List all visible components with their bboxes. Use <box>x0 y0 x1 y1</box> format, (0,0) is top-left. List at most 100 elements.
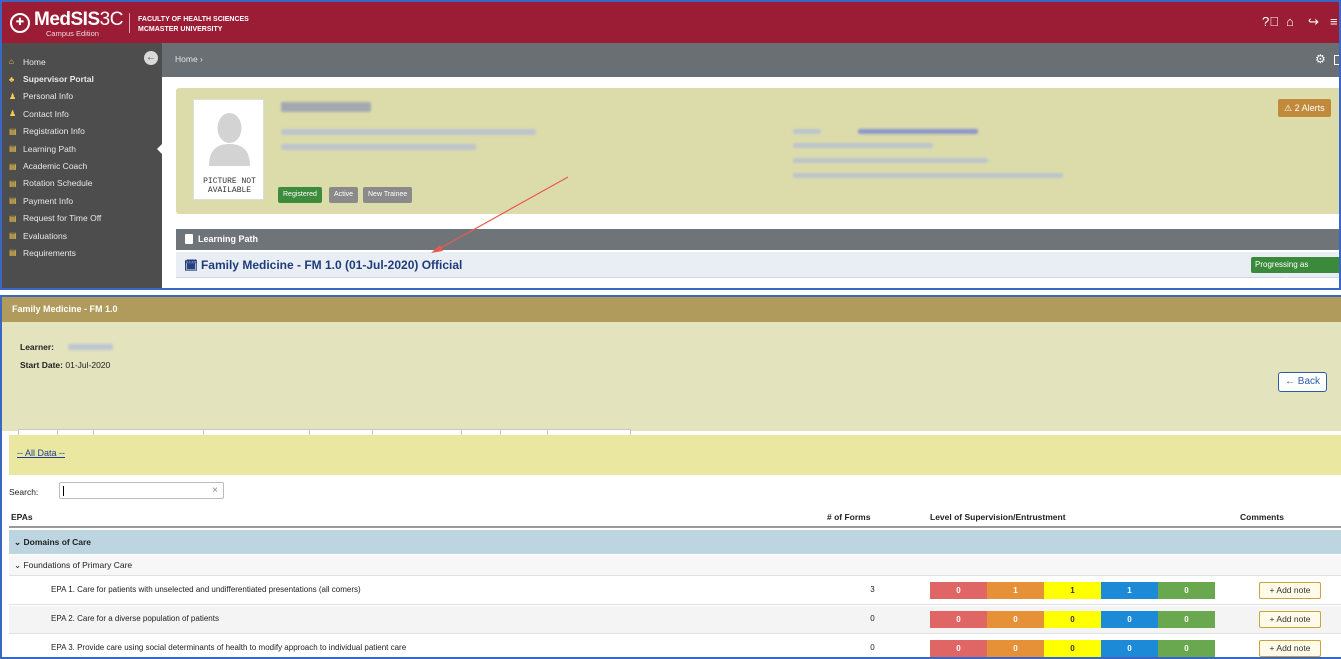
calendar-icon: 🗓 <box>184 260 198 272</box>
sidebar-item-label: Requirements <box>23 247 76 258</box>
sidebar-item-learning-path[interactable]: ▤ Learning Path <box>2 140 163 157</box>
epa-name[interactable]: EPA 3. Provide care using social determi… <box>51 643 406 652</box>
sidebar-item-label: Rotation Schedule <box>23 178 93 189</box>
sidebar-item-rotation-schedule[interactable]: ▤ Rotation Schedule <box>2 175 162 192</box>
level-cell-3[interactable]: 0 <box>1044 611 1101 628</box>
forms-count: 3 <box>870 585 875 594</box>
folder-icon: ▤ <box>9 248 17 258</box>
sidebar-item-label: Evaluations <box>23 230 67 241</box>
settings-icon[interactable]: ⚙ <box>1315 52 1326 66</box>
level-cell-5[interactable]: 0 <box>1158 640 1215 657</box>
picture-not-available-text: PICTURE NOT AVAILABLE <box>203 177 256 195</box>
folder-icon: ▤ <box>9 213 17 223</box>
level-cell-3[interactable]: 1 <box>1044 582 1101 599</box>
entrustment-levels: 01110 <box>930 582 1215 599</box>
sidebar-item-registration-info[interactable]: ▤ Registration Info <box>2 123 162 140</box>
lock-icon[interactable]: ⌂ <box>1286 15 1294 29</box>
status-badge-active: Active <box>329 187 359 203</box>
sidebar-item-label: Academic Coach <box>23 161 88 172</box>
level-cell-5[interactable]: 0 <box>1158 611 1215 628</box>
epa-name[interactable]: EPA 1. Care for patients with unselected… <box>51 585 361 594</box>
sidebar-item-label: Supervisor Portal <box>23 74 94 85</box>
level-cell-2[interactable]: 0 <box>987 640 1044 657</box>
sidebar-item-supervisor-portal[interactable]: ♣ Supervisor Portal <box>2 70 162 87</box>
help-icon[interactable]: ?⃝ <box>1262 15 1279 29</box>
back-button[interactable]: ← Back <box>1278 372 1328 392</box>
level-cell-4[interactable]: 0 <box>1101 640 1158 657</box>
level-cell-1[interactable]: 0 <box>930 640 987 657</box>
column-header-comments[interactable]: Comments <box>1235 506 1341 528</box>
university-name: MCMASTER UNIVERSITY <box>138 26 223 33</box>
brand-name[interactable]: MedSIS3C <box>34 9 123 31</box>
group-row-domains-of-care[interactable]: ⌄ Domains of Care <box>9 530 1341 554</box>
sidebar-item-personal-info[interactable]: ♟ Personal Info <box>2 88 162 105</box>
status-badge-registered: Registered <box>278 187 322 203</box>
level-cell-4[interactable]: 0 <box>1101 611 1158 628</box>
sidebar-item-contact-info[interactable]: ♟ Contact Info <box>2 105 162 122</box>
learning-path-row: 🗓 Family Medicine - FM 1.0 (01-Jul-2020) … <box>176 252 1339 285</box>
menu-icon[interactable]: ≡ <box>1330 15 1338 29</box>
table-row[interactable]: EPA 1. Care for patients with unselected… <box>9 577 1341 605</box>
cpso-license-redacted <box>793 158 988 163</box>
sidebar-item-academic-coach[interactable]: ▤ Academic Coach <box>2 157 162 174</box>
epa-name[interactable]: EPA 2. Care for a diverse population of … <box>51 614 219 623</box>
sidebar-item-request-for-time-off[interactable]: ▤ Request for Time Off <box>2 210 162 227</box>
level-cell-5[interactable]: 0 <box>1158 582 1215 599</box>
logout-icon[interactable]: ↪ <box>1308 15 1319 29</box>
home-icon: ⌂ <box>9 57 14 67</box>
folder-icon: ▤ <box>9 196 17 206</box>
sidebar-item-evaluations[interactable]: ▤ Evaluations <box>2 227 162 244</box>
status-badge-new-trainee: New Trainee <box>363 187 413 203</box>
forms-count: 0 <box>870 614 875 623</box>
search-input[interactable]: × <box>59 482 224 499</box>
entrustment-levels: 00000 <box>930 611 1215 628</box>
sidebar-item-requirements[interactable]: ▤ Requirements <box>2 244 162 261</box>
column-header-forms[interactable]: # of Forms <box>821 506 924 528</box>
learner-name-redacted <box>281 102 371 112</box>
person-icon: ♟ <box>9 109 17 119</box>
sidebar-item-home[interactable]: ⌂ Home <box>2 53 162 70</box>
alerts-button[interactable]: ⚠ 2 Alerts <box>1278 99 1331 117</box>
clear-search-icon[interactable]: × <box>212 485 218 496</box>
level-cell-2[interactable]: 0 <box>987 611 1044 628</box>
breadcrumb[interactable]: Home › <box>175 54 203 64</box>
add-note-button[interactable]: + Add note <box>1259 640 1321 657</box>
add-note-button[interactable]: + Add note <box>1259 582 1321 599</box>
column-header-level[interactable]: Level of Supervision/Entrustment <box>924 506 1235 528</box>
avatar: PICTURE NOT AVAILABLE <box>193 99 264 200</box>
active-indicator <box>157 142 163 155</box>
medsis-logo-icon[interactable]: ✚ <box>10 13 30 33</box>
faculty-name: FACULTY OF HEALTH SCIENCES <box>138 16 249 23</box>
level-cell-3[interactable]: 0 <box>1044 640 1101 657</box>
all-data-filter-bar: -- All Data -- <box>9 435 1341 475</box>
all-data-link[interactable]: -- All Data -- <box>17 448 65 458</box>
sidebar: ← ⌂ Home ♣ Supervisor Portal ♟ Personal Info ♟… <box>2 43 163 288</box>
learning-path-detail-header: Family Medicine - FM 1.0 <box>2 297 1341 322</box>
app-header: ✚ MedSIS3C Campus Edition FACULTY OF HEA… <box>2 2 1339 43</box>
warning-icon: ⚠ <box>1284 103 1295 113</box>
forms-count: 0 <box>870 643 875 652</box>
sidebar-item-label: Request for Time Off <box>23 213 102 224</box>
sidebar-item-label: Home <box>23 56 46 67</box>
learning-path-link[interactable]: 🗓 Family Medicine - FM 1.0 (01-Jul-2020) … <box>184 258 462 272</box>
subgroup-row-foundations[interactable]: ⌄ Foundations of Primary Care <box>9 555 1341 576</box>
folder-icon: ▤ <box>9 178 17 188</box>
level-cell-2[interactable]: 1 <box>987 582 1044 599</box>
level-cell-1[interactable]: 0 <box>930 611 987 628</box>
level-cell-4[interactable]: 1 <box>1101 582 1158 599</box>
person-icon: ♟ <box>9 91 17 101</box>
person-silhouette-icon <box>209 113 250 166</box>
table-row[interactable]: EPA 2. Care for a diverse population of … <box>9 606 1341 634</box>
entrustment-levels: 00000 <box>930 640 1215 657</box>
level-cell-1[interactable]: 0 <box>930 582 987 599</box>
folder-icon: ▤ <box>9 231 17 241</box>
learner-ids-redacted <box>281 129 536 135</box>
column-header-epas[interactable]: EPAs <box>9 506 821 528</box>
email-value-redacted[interactable] <box>858 129 978 134</box>
start-date-field: Start Date: 01-Jul-2020 <box>20 360 111 370</box>
table-row[interactable]: EPA 3. Provide care using social determi… <box>9 635 1341 657</box>
sidebar-item-payment-info[interactable]: ▤ Payment Info <box>2 192 162 209</box>
email-label-redacted <box>793 129 821 134</box>
add-note-button[interactable]: + Add note <box>1259 611 1321 628</box>
document-icon <box>185 234 193 244</box>
